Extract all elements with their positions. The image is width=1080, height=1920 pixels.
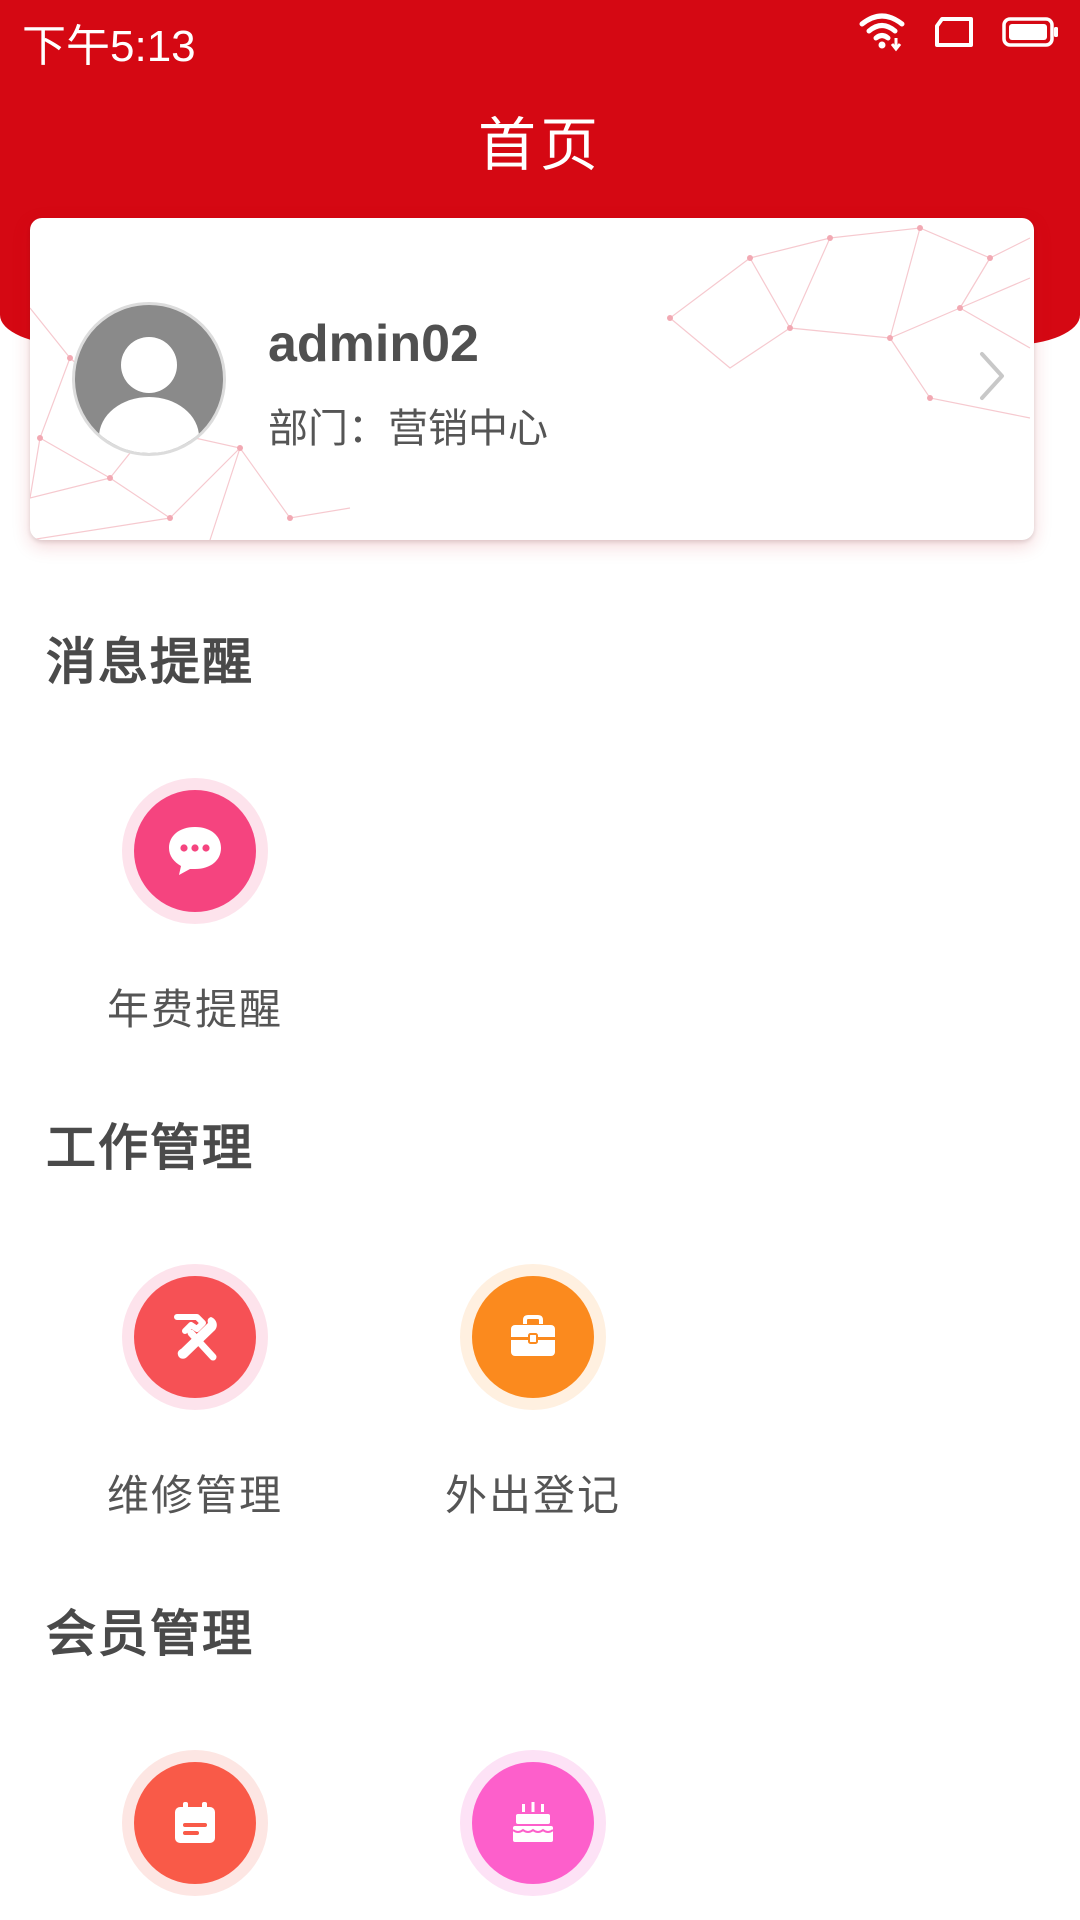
chevron-right-icon[interactable] — [972, 348, 1012, 404]
section-title-messages: 消息提醒 — [46, 633, 254, 691]
icon-halo — [460, 1264, 606, 1410]
icon-halo — [122, 778, 268, 924]
username: admin02 — [268, 315, 479, 373]
screen-rotate-icon — [934, 16, 974, 52]
avatar[interactable] — [72, 302, 226, 456]
icon-halo — [122, 1750, 268, 1896]
tile-annual-fee-reminder[interactable]: 年费提醒 — [72, 778, 312, 1038]
profile-card[interactable]: admin02 部门：营销中心 — [30, 218, 1034, 540]
department-label: 部门：营销中心 — [268, 406, 548, 452]
battery-icon — [1002, 16, 1060, 52]
status-icons — [858, 12, 1060, 56]
page-title: 首页 — [477, 111, 602, 179]
chat-bubble-icon — [134, 790, 256, 912]
icon-halo — [460, 1750, 606, 1896]
wifi-icon — [858, 12, 906, 56]
tile-label: 外出登记 — [444, 1471, 621, 1520]
tile-member-birthday[interactable] — [410, 1750, 650, 1920]
tile-label: 维修管理 — [106, 1471, 283, 1520]
tile-outing-registration[interactable]: 外出登记 — [410, 1264, 650, 1524]
calendar-icon — [134, 1762, 256, 1884]
home-screen: 下午5:13 首页 admin02 部门：营销中心 消息提醒 年费提醒 工作管理… — [0, 0, 1080, 1920]
status-time: 下午5:13 — [22, 22, 196, 71]
briefcase-icon — [472, 1276, 594, 1398]
status-bar: 下午5:13 — [0, 0, 1080, 71]
tile-label: 年费提醒 — [106, 985, 283, 1034]
repair-tools-icon — [134, 1276, 256, 1398]
section-title-members: 会员管理 — [46, 1605, 254, 1663]
section-title-work: 工作管理 — [46, 1119, 254, 1177]
icon-halo — [122, 1264, 268, 1410]
user-silhouette-icon — [99, 337, 199, 453]
birthday-cake-icon — [472, 1762, 594, 1884]
tile-repair-management[interactable]: 维修管理 — [72, 1264, 312, 1524]
tile-member-calendar[interactable] — [72, 1750, 312, 1920]
